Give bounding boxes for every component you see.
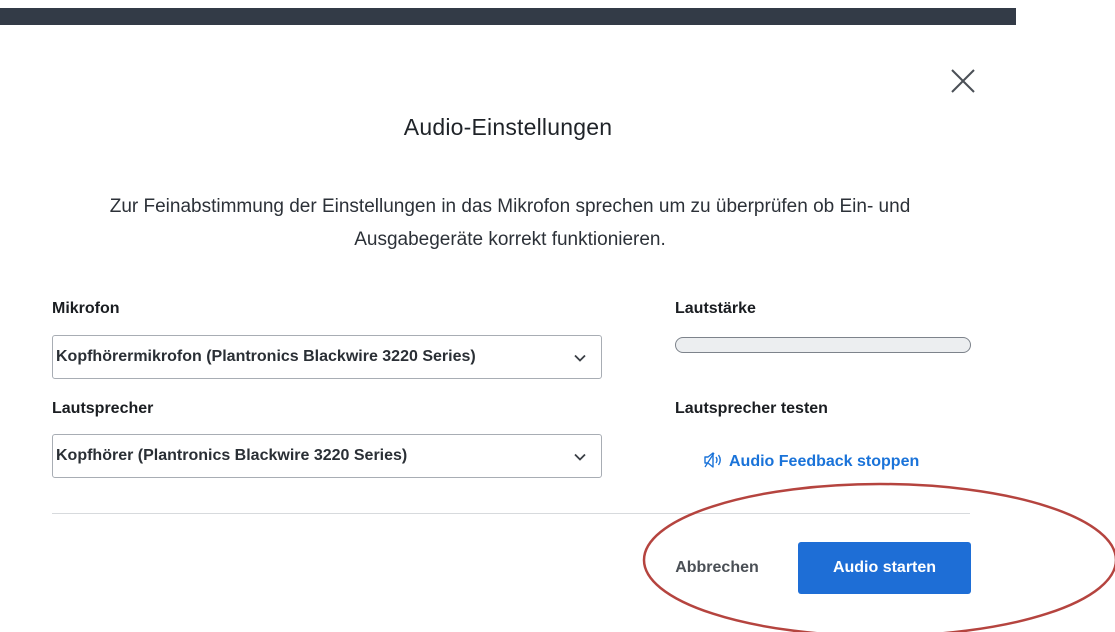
dialog-description: Zur Feinabstimmung der Einstellungen in … bbox=[109, 196, 911, 250]
audio-feedback-stop-label: Audio Feedback stoppen bbox=[729, 453, 920, 470]
microphone-label: Mikrofon bbox=[52, 300, 120, 317]
speaker-label: Lautsprecher bbox=[52, 400, 154, 417]
speaker-selected-value: Kopfhörer (Plantronics Blackwire 3220 Se… bbox=[56, 447, 408, 464]
start-audio-button[interactable]: Audio starten bbox=[798, 542, 971, 594]
cancel-button[interactable]: Abbrechen bbox=[663, 542, 771, 594]
volume-label: Lautstärke bbox=[675, 300, 756, 317]
close-icon bbox=[951, 69, 975, 93]
chevron-down-icon bbox=[574, 453, 586, 461]
microphone-selected-value: Kopfhörermikrofon (Plantronics Blackwire… bbox=[56, 348, 476, 365]
divider bbox=[52, 513, 970, 514]
speaker-icon bbox=[704, 452, 721, 468]
speaker-test-label: Lautsprecher testen bbox=[675, 400, 828, 417]
speaker-select[interactable]: Kopfhörer (Plantronics Blackwire 3220 Se… bbox=[52, 434, 602, 478]
volume-meter bbox=[675, 337, 971, 353]
chevron-down-icon bbox=[574, 354, 586, 362]
microphone-select[interactable]: Kopfhörermikrofon (Plantronics Blackwire… bbox=[52, 335, 602, 379]
audio-settings-page: Audio-Einstellungen Zur Feinabstimmung d… bbox=[0, 0, 1115, 632]
audio-feedback-stop-link[interactable]: Audio Feedback stoppen bbox=[703, 451, 919, 471]
top-bar bbox=[0, 8, 1016, 25]
close-button[interactable] bbox=[946, 64, 980, 98]
dialog-title: Audio-Einstellungen bbox=[403, 114, 613, 140]
